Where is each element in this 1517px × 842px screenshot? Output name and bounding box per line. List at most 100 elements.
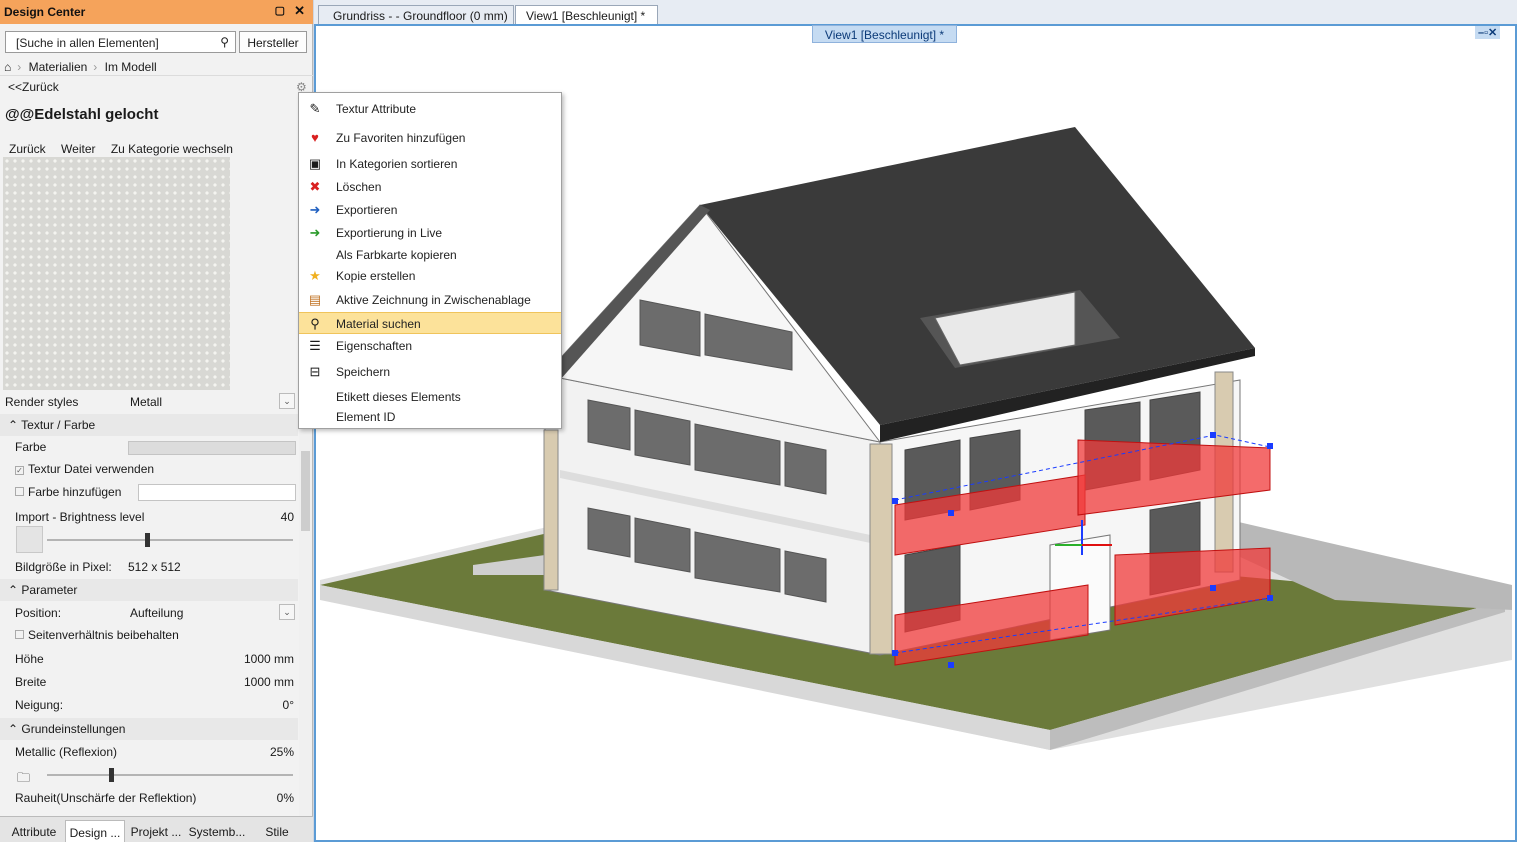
seitenverhaeltnis-label: Seitenverhältnis beibehalten	[28, 628, 179, 642]
render-styles-value[interactable]: Metall	[130, 395, 162, 409]
hoehe-label: Höhe	[15, 652, 44, 666]
chevron-down-icon[interactable]: ⌄	[279, 393, 295, 409]
menu-item-exportieren[interactable]: ➜ Exportieren	[299, 199, 561, 221]
metallic-slider-thumb[interactable]	[108, 768, 114, 782]
kategorie-link[interactable]: Zu Kategorie wechseln	[111, 142, 233, 156]
breite-value[interactable]: 1000 mm	[244, 675, 294, 689]
textur-datei-row[interactable]: ✓ Textur Datei verwenden	[0, 458, 298, 480]
breadcrumb-item-im-modell[interactable]: Im Modell	[105, 60, 157, 74]
hersteller-button[interactable]: Hersteller	[239, 31, 307, 53]
menu-item-element-id[interactable]: Element ID	[299, 406, 561, 428]
farbe-label: Farbe	[15, 440, 47, 454]
pencil-icon: ✎	[309, 101, 321, 116]
render-styles-label: Render styles	[5, 395, 79, 409]
home-icon[interactable]: ⌂	[4, 60, 11, 74]
menu-item-loeschen[interactable]: ✖ Löschen	[299, 176, 561, 198]
bildgroesse-label: Bildgröße in Pixel:	[15, 560, 112, 574]
document-tabs: Grundriss - - Groundfloor (0 mm) View1 […	[314, 0, 1517, 24]
tab-grundriss[interactable]: Grundriss - - Groundfloor (0 mm)	[318, 5, 514, 24]
window-controls[interactable]: –▫✕	[1475, 26, 1501, 39]
scrollbar-thumb[interactable]	[301, 451, 310, 531]
farbe-hinzufuegen-label: Farbe hinzufügen	[28, 485, 122, 499]
neigung-value[interactable]: 0°	[283, 698, 294, 712]
checkbox[interactable]	[15, 630, 24, 639]
collapse-icon[interactable]: ⌃	[8, 418, 21, 432]
parameter-section-label: Parameter	[21, 583, 78, 597]
render-styles-row[interactable]: Render styles Metall ⌄	[0, 391, 298, 413]
hoehe-value[interactable]: 1000 mm	[244, 652, 294, 666]
tab-stile[interactable]: Stile	[249, 820, 305, 842]
textur-section[interactable]: ⌃ Textur / Farbe	[0, 414, 298, 436]
menu-item-etikett[interactable]: Etikett dieses Elements	[299, 386, 561, 408]
menu-item-eigenschaften[interactable]: ☰ Eigenschaften	[299, 335, 561, 357]
back-link[interactable]: <<Zurück	[8, 80, 59, 94]
bildgroesse-value: 512 x 512	[128, 560, 181, 574]
brightness-row: Import - Brightness level 40	[0, 506, 298, 528]
zurueck-link[interactable]: Zurück	[9, 142, 46, 156]
chevron-down-icon[interactable]: ⌄	[279, 604, 295, 620]
tab-design[interactable]: Design ...	[65, 820, 125, 842]
design-center-panel: Design Center ▢ ✕ [Suche in allen Elemen…	[0, 0, 313, 842]
context-menu: ✎ Textur Attribute ♥ Zu Favoriten hinzufüg…	[298, 92, 562, 429]
collapse-icon[interactable]: ⌃	[8, 722, 21, 736]
panel-title-bar: Design Center ▢ ✕	[0, 0, 313, 24]
checkbox[interactable]	[15, 487, 24, 496]
close-icon[interactable]: ✕	[294, 3, 305, 19]
collapse-icon[interactable]: ⌃	[8, 583, 21, 597]
breadcrumb: ⌂ › Materialien › Im Modell	[0, 58, 313, 76]
panel-title: Design Center	[4, 5, 86, 19]
material-title: @@Edelstahl gelocht	[5, 106, 159, 123]
farbe-row: Farbe	[0, 436, 298, 458]
menu-item-farbkarte[interactable]: Als Farbkarte kopieren	[299, 244, 561, 266]
brightness-slider-thumb[interactable]	[145, 533, 151, 547]
menu-item-kategorien[interactable]: ▣ In Kategorien sortieren	[299, 153, 561, 175]
tab-attribute[interactable]: Attribute	[3, 820, 65, 842]
position-value[interactable]: Aufteilung	[130, 606, 183, 620]
search-input[interactable]: [Suche in allen Elementen] ⚲	[5, 31, 236, 53]
tab-systembrowser[interactable]: Systemb...	[187, 820, 247, 842]
checkbox-checked[interactable]: ✓	[15, 466, 24, 475]
delete-icon: ✖	[309, 179, 321, 194]
brightness-value: 40	[280, 510, 294, 524]
grund-section[interactable]: ⌃ Grundeinstellungen	[0, 718, 298, 740]
metallic-label: Metallic (Reflexion)	[15, 745, 118, 759]
position-label: Position:	[15, 606, 62, 620]
menu-item-favoriten[interactable]: ♥ Zu Favoriten hinzufügen	[299, 127, 561, 149]
search-icon[interactable]: ⚲	[220, 35, 229, 49]
star-icon: ★	[309, 268, 321, 283]
material-preview	[3, 157, 230, 390]
position-row[interactable]: Position: Aufteilung ⌄	[0, 602, 298, 624]
properties-scrollbar[interactable]	[299, 391, 312, 816]
metallic-row: Metallic (Reflexion) 25%	[0, 741, 298, 763]
farbe-hinzufuegen-row[interactable]: Farbe hinzufügen	[0, 481, 298, 503]
breadcrumb-item-materialien[interactable]: Materialien	[29, 60, 88, 74]
menu-item-export-live[interactable]: ➜ Exportierung in Live	[299, 222, 561, 244]
farbe-field[interactable]	[138, 484, 296, 501]
search-icon: ⚲	[310, 316, 320, 331]
menu-item-material-suchen[interactable]: ⚲ Material suchen	[299, 312, 561, 334]
menu-item-kopie[interactable]: ★ Kopie erstellen	[299, 265, 561, 287]
weiter-link[interactable]: Weiter	[61, 142, 95, 156]
pin-icon[interactable]: ▢	[275, 4, 285, 17]
menu-item-textur-attribute[interactable]: ✎ Textur Attribute	[299, 98, 561, 120]
grund-section-label: Grundeinstellungen	[21, 722, 126, 736]
parameter-section[interactable]: ⌃ Parameter	[0, 579, 298, 601]
menu-item-speichern[interactable]: ⊟ Speichern	[299, 361, 561, 383]
neigung-row[interactable]: Neigung: 0°	[0, 694, 298, 716]
brightness-preview	[16, 526, 43, 553]
tab-projekt[interactable]: Projekt ...	[127, 820, 185, 842]
farbe-swatch[interactable]	[128, 441, 296, 455]
seitenverhaeltnis-row[interactable]: Seitenverhältnis beibehalten	[0, 624, 298, 646]
rauheit-value: 0%	[276, 791, 294, 805]
tab-view1[interactable]: View1 [Beschleunigt] *	[515, 5, 658, 24]
clipboard-icon: ▤	[308, 292, 322, 307]
export-live-icon: ➜	[309, 225, 321, 240]
properties-icon: ☰	[309, 338, 321, 353]
brightness-slider[interactable]	[47, 539, 293, 541]
breite-row[interactable]: Breite 1000 mm	[0, 671, 298, 693]
metallic-value: 25%	[269, 745, 294, 759]
metallic-slider[interactable]	[47, 774, 293, 776]
menu-item-zwischenablage[interactable]: ▤ Aktive Zeichnung in Zwischenablage	[299, 289, 561, 311]
hoehe-row[interactable]: Höhe 1000 mm	[0, 648, 298, 670]
view-label: View1 [Beschleunigt] *	[812, 25, 957, 43]
